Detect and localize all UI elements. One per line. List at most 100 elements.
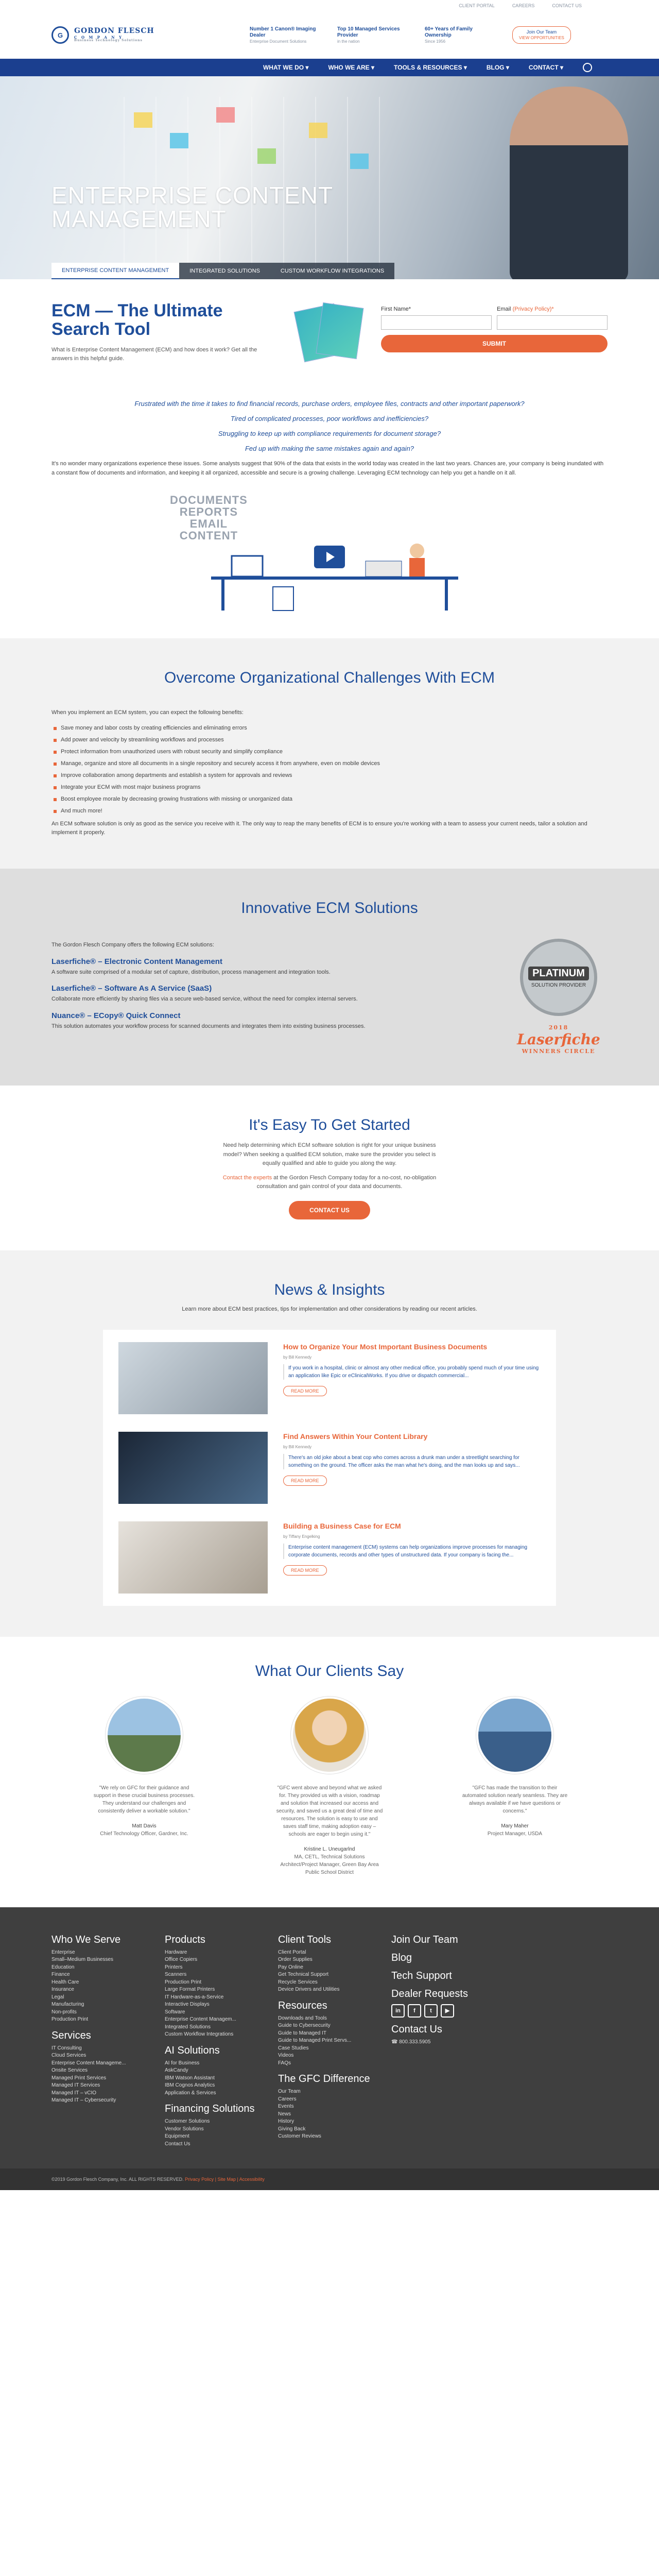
footer-link[interactable]: Equipment — [165, 2133, 278, 2141]
article-image[interactable] — [118, 1342, 268, 1414]
email-field[interactable] — [497, 315, 608, 330]
logo[interactable]: G GORDON FLESCH C O M P A N Y Business T… — [51, 26, 175, 44]
article-title[interactable]: How to Organize Your Most Important Busi… — [283, 1342, 541, 1351]
footer-heading[interactable]: Client Tools — [278, 1934, 391, 1946]
footer-link[interactable]: IT Consulting — [51, 2045, 165, 2053]
footer-link[interactable]: Managed IT – Cybersecurity — [51, 2097, 165, 2105]
twitter-icon[interactable]: t — [424, 2004, 438, 2018]
footer-link[interactable]: Contact Us — [165, 2141, 278, 2148]
nav-blog[interactable]: BLOG ▾ — [487, 64, 509, 71]
footer-heading[interactable]: Who We Serve — [51, 1934, 165, 1946]
contact-us-button[interactable]: CONTACT US — [289, 1200, 370, 1219]
footer-link[interactable]: Order Supplies — [278, 1956, 391, 1964]
client-portal-link[interactable]: CLIENT PORTAL — [459, 3, 495, 8]
footer-link[interactable]: Guide to Cybersecurity — [278, 2022, 391, 2030]
footer-link[interactable]: Enterprise Content Managem... — [165, 2016, 278, 2024]
footer-link[interactable]: Interactive Displays — [165, 2001, 278, 2009]
article-title[interactable]: Building a Business Case for ECM — [283, 1521, 541, 1531]
nav-contact[interactable]: CONTACT ▾ — [529, 64, 563, 71]
linkedin-icon[interactable]: in — [391, 2004, 405, 2018]
first-name-field[interactable] — [381, 315, 492, 330]
nav-tools-resources[interactable]: TOOLS & RESOURCES ▾ — [394, 64, 467, 71]
privacy-policy-link[interactable]: (Privacy Policy)* — [513, 306, 554, 312]
footer-link[interactable]: Production Print — [165, 1979, 278, 1987]
join-our-team-button[interactable]: Join Our Team VIEW OPPORTUNITIES — [512, 26, 571, 44]
read-more-button[interactable]: READ MORE — [283, 1385, 327, 1396]
footer-link[interactable]: Production Print — [51, 2016, 165, 2024]
footer-link[interactable]: Downloads and Tools — [278, 2015, 391, 2023]
footer-link[interactable]: Customer Solutions — [165, 2118, 278, 2126]
footer-heading[interactable]: Services — [51, 2030, 165, 2042]
footer-link[interactable]: News — [278, 2111, 391, 2119]
footer-heading[interactable]: Financing Solutions — [165, 2103, 278, 2115]
footer-link[interactable]: Customer Reviews — [278, 2133, 391, 2141]
nav-who-we-are[interactable]: WHO WE ARE ▾ — [328, 64, 374, 71]
footer-link[interactable]: Careers — [278, 2096, 391, 2104]
footer-link[interactable]: Onsite Services — [51, 2067, 165, 2075]
footer-link[interactable]: Our Team — [278, 2088, 391, 2096]
submit-button[interactable]: SUBMIT — [381, 335, 608, 352]
footer-link[interactable]: Guide to Managed IT — [278, 2030, 391, 2038]
footer-link[interactable]: Non-profits — [51, 2009, 165, 2016]
tab-integrated-solutions[interactable]: INTEGRATED SOLUTIONS — [179, 263, 270, 279]
footer-link[interactable]: Integrated Solutions — [165, 2024, 278, 2031]
footer-link[interactable]: Legal — [51, 1994, 165, 2002]
contact-us-link[interactable]: CONTACT US — [552, 3, 582, 8]
footer-heading[interactable]: Contact Us — [391, 2024, 505, 2036]
footer-link[interactable]: Videos — [278, 2052, 391, 2060]
footer-link[interactable]: AI for Business — [165, 2060, 278, 2067]
footer-heading[interactable]: Products — [165, 1934, 278, 1946]
footer-link[interactable]: Cloud Services — [51, 2052, 165, 2060]
footer-link[interactable]: Printers — [165, 1964, 278, 1972]
article-image[interactable] — [118, 1431, 268, 1504]
play-icon[interactable] — [314, 546, 345, 569]
footer-link[interactable]: Recycle Services — [278, 1979, 391, 1987]
footer-link[interactable]: Managed Print Services — [51, 2075, 165, 2082]
footer-link[interactable]: Scanners — [165, 1971, 278, 1979]
facebook-icon[interactable]: f — [408, 2004, 421, 2018]
footer-link[interactable]: Get Technical Support — [278, 1971, 391, 1979]
footer-link[interactable]: Case Studies — [278, 2045, 391, 2053]
footer-link[interactable]: IT Hardware-as-a-Service — [165, 1994, 278, 2002]
footer-link[interactable]: ☎ 800.333.5905 — [391, 2039, 505, 2046]
footer-heading[interactable]: Dealer Requests — [391, 1988, 505, 2000]
footer-heading[interactable]: Blog — [391, 1952, 505, 1964]
footer-link[interactable]: Giving Back — [278, 2126, 391, 2133]
footer-link[interactable]: FAQs — [278, 2060, 391, 2067]
footer-link[interactable]: Software — [165, 2009, 278, 2016]
nav-what-we-do[interactable]: WHAT WE DO ▾ — [263, 64, 308, 71]
footer-heading[interactable]: Join Our Team — [391, 1934, 505, 1946]
footer-link[interactable]: Managed IT – vCIO — [51, 2090, 165, 2097]
footer-link[interactable]: Guide to Managed Print Servs... — [278, 2037, 391, 2045]
footer-link[interactable]: Custom Workflow Integrations — [165, 2031, 278, 2039]
footer-heading[interactable]: Tech Support — [391, 1970, 505, 1982]
read-more-button[interactable]: READ MORE — [283, 1475, 327, 1486]
footer-heading[interactable]: The GFC Difference — [278, 2073, 391, 2085]
ecm-video-illustration[interactable]: DOCUMENTS REPORTS EMAIL CONTENT — [170, 494, 489, 618]
footer-link[interactable]: Pay Online — [278, 1964, 391, 1972]
read-more-button[interactable]: READ MORE — [283, 1565, 327, 1575]
footer-link[interactable]: Events — [278, 2103, 391, 2111]
footer-link[interactable]: Enterprise Content Manageme... — [51, 2060, 165, 2067]
footer-link[interactable]: IBM Cognos Analytics — [165, 2082, 278, 2090]
footer-heading[interactable]: AI Solutions — [165, 2045, 278, 2057]
footer-heading[interactable]: Resources — [278, 2000, 391, 2012]
tab-ecm[interactable]: ENTERPRISE CONTENT MANAGEMENT — [51, 263, 180, 279]
tab-custom-workflow[interactable]: CUSTOM WORKFLOW INTEGRATIONS — [270, 263, 395, 279]
search-icon[interactable] — [583, 63, 592, 72]
footer-link[interactable]: Vendor Solutions — [165, 2126, 278, 2133]
footer-link[interactable]: IBM Watson Assistant — [165, 2075, 278, 2082]
contact-experts-link[interactable]: Contact the experts — [223, 1175, 272, 1181]
youtube-icon[interactable]: ▶ — [441, 2004, 454, 2018]
footer-link[interactable]: Manufacturing — [51, 2001, 165, 2009]
footer-link[interactable]: AskCandy — [165, 2067, 278, 2075]
footer-link[interactable]: Enterprise — [51, 1949, 165, 1957]
footer-link[interactable]: Managed IT Services — [51, 2082, 165, 2090]
footer-link[interactable]: History — [278, 2118, 391, 2126]
footer-link[interactable]: Insurance — [51, 1986, 165, 1994]
footer-links[interactable]: Privacy Policy | Site Map | Accessibilit… — [185, 2177, 265, 2182]
footer-link[interactable]: Hardware — [165, 1949, 278, 1957]
footer-link[interactable]: Education — [51, 1964, 165, 1972]
footer-link[interactable]: Large Format Printers — [165, 1986, 278, 1994]
footer-link[interactable]: Small–Medium Businesses — [51, 1956, 165, 1964]
